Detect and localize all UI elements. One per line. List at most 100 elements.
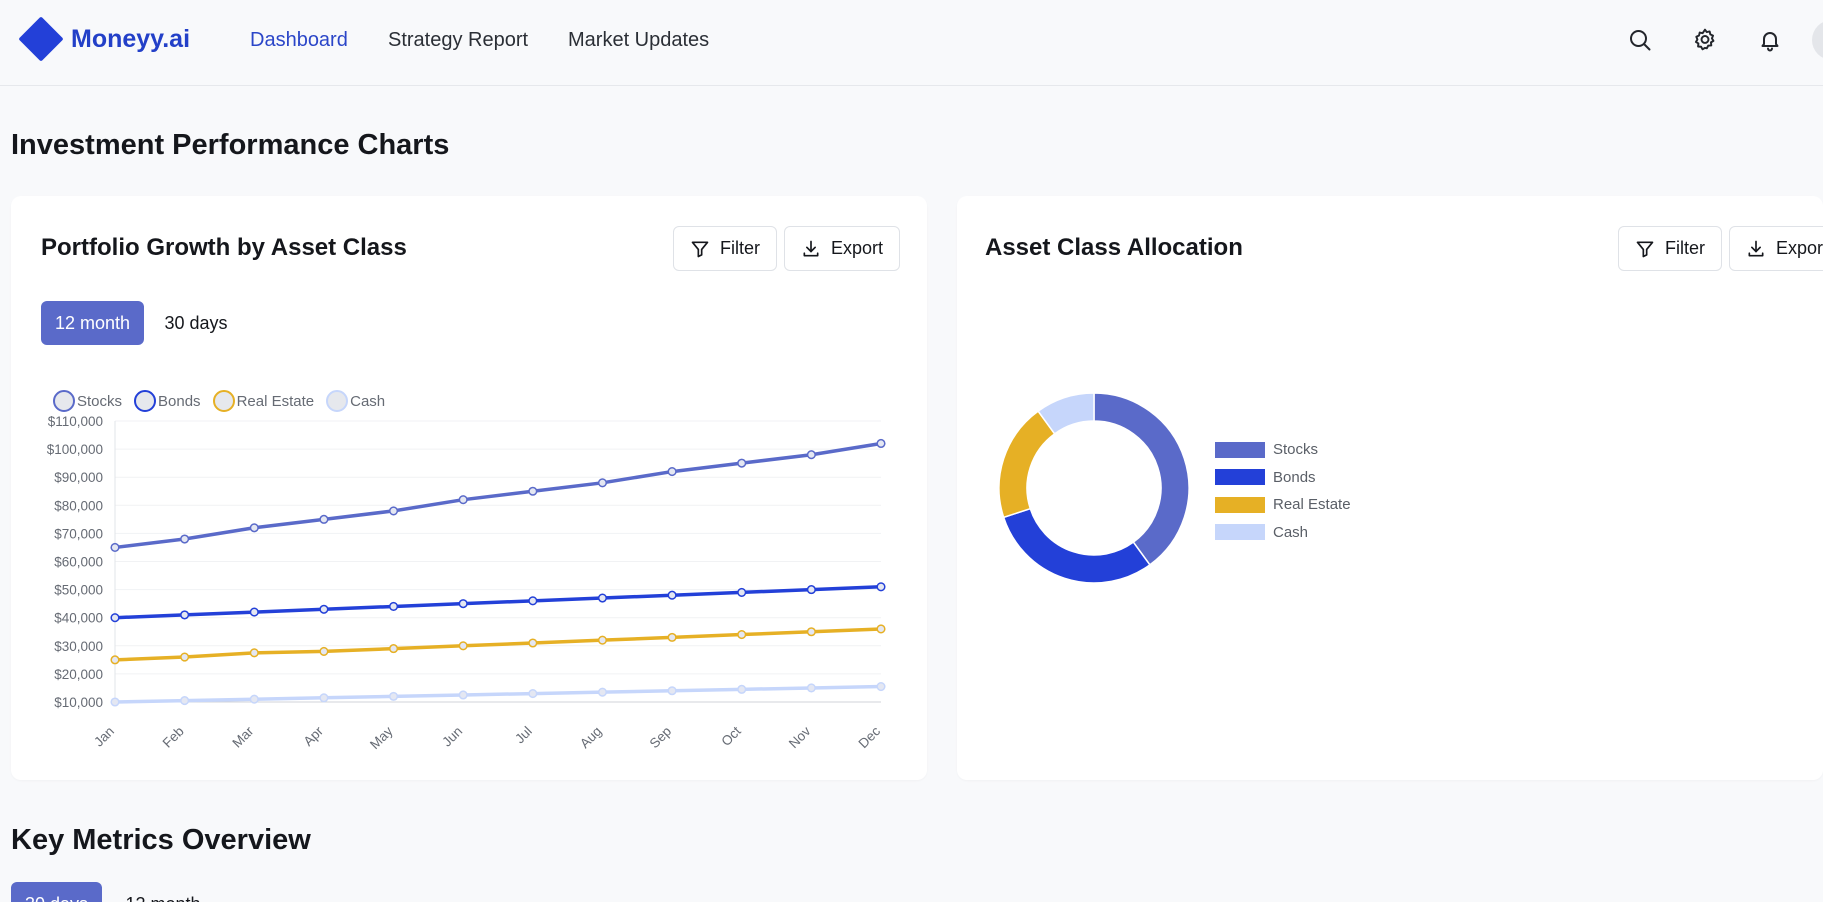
pie-swatch-stocks bbox=[1215, 441, 1265, 458]
data-point bbox=[458, 599, 468, 609]
x-tick-label: Sep bbox=[647, 724, 675, 752]
allocation-export-label: Export bbox=[1776, 238, 1823, 258]
data-point bbox=[737, 684, 747, 694]
data-point bbox=[806, 683, 816, 693]
gear-icon[interactable] bbox=[1689, 24, 1721, 56]
metrics-tab-30-days[interactable]: 30 days bbox=[11, 882, 102, 902]
data-point bbox=[319, 646, 329, 656]
nav-dashboard[interactable]: Dashboard bbox=[250, 29, 348, 52]
data-point bbox=[528, 638, 538, 648]
pie-legend-label-real-estate: Real Estate bbox=[1273, 496, 1351, 514]
y-tick-label: $40,000 bbox=[54, 611, 103, 626]
data-point bbox=[528, 596, 538, 606]
allocation-filter-button[interactable]: Filter bbox=[1618, 226, 1722, 271]
data-point bbox=[180, 652, 190, 662]
data-point bbox=[806, 585, 816, 595]
nav-strategy-report[interactable]: Strategy Report bbox=[388, 29, 528, 52]
pie-swatch-real-estate bbox=[1215, 496, 1265, 513]
data-point bbox=[110, 655, 120, 665]
user-avatar[interactable] bbox=[1812, 20, 1823, 60]
nav-market-updates[interactable]: Market Updates bbox=[568, 29, 709, 52]
data-point bbox=[249, 694, 259, 704]
x-tick-label: May bbox=[367, 723, 396, 752]
search-icon[interactable] bbox=[1624, 24, 1656, 56]
data-point bbox=[388, 506, 399, 516]
data-point bbox=[249, 523, 259, 533]
data-point bbox=[737, 458, 747, 468]
data-point bbox=[876, 624, 886, 634]
x-tick-label: Dec bbox=[856, 723, 884, 751]
filter-icon bbox=[1636, 241, 1654, 257]
data-point bbox=[737, 587, 747, 597]
pie-legend-real-estate[interactable]: Real Estate bbox=[1215, 491, 1351, 519]
allocation-filter-label: Filter bbox=[1665, 238, 1705, 258]
data-point bbox=[528, 486, 538, 496]
pie-legend-cash[interactable]: Cash bbox=[1215, 519, 1351, 547]
x-tick-label: Aug bbox=[577, 724, 605, 752]
doughnut-legend: Stocks Bonds Real Estate Cash bbox=[1215, 436, 1351, 546]
data-point bbox=[667, 590, 677, 600]
data-point bbox=[249, 648, 259, 658]
y-tick-label: $60,000 bbox=[54, 555, 103, 570]
data-point bbox=[876, 681, 886, 692]
pie-legend-label-stocks: Stocks bbox=[1273, 441, 1319, 459]
y-tick-label: $110,000 bbox=[48, 414, 103, 429]
metrics-tab-12-month[interactable]: 12 month bbox=[113, 882, 213, 902]
y-tick-label: $20,000 bbox=[54, 667, 103, 682]
data-point bbox=[180, 610, 190, 620]
pie-swatch-cash bbox=[1215, 524, 1265, 541]
pie-legend-label-bonds: Bonds bbox=[1273, 468, 1316, 486]
data-point bbox=[806, 450, 816, 460]
data-point bbox=[110, 542, 120, 553]
data-point bbox=[737, 630, 747, 640]
data-point bbox=[319, 514, 329, 524]
series-line-stocks bbox=[113, 441, 883, 550]
data-point bbox=[528, 689, 538, 699]
series-line-cash bbox=[113, 684, 883, 704]
top-navigation-bar: Moneyy.ai Dashboard Strategy Report Mark… bbox=[0, 0, 1823, 86]
data-point bbox=[667, 632, 677, 642]
data-point bbox=[597, 687, 608, 697]
data-point bbox=[110, 697, 120, 707]
data-point bbox=[458, 495, 468, 505]
allocation-export-button[interactable]: Export bbox=[1729, 226, 1823, 271]
doughnut-slice-stocks bbox=[1093, 392, 1190, 566]
data-point bbox=[458, 641, 468, 651]
pie-swatch-bonds bbox=[1215, 469, 1265, 486]
y-tick-label: $50,000 bbox=[54, 583, 103, 598]
data-point bbox=[249, 607, 259, 617]
asset-allocation-card: Asset Class Allocation Filter Export Sto… bbox=[957, 196, 1823, 780]
y-tick-label: $70,000 bbox=[54, 526, 103, 541]
pie-legend-stocks[interactable]: Stocks bbox=[1215, 436, 1351, 464]
download-icon bbox=[1748, 240, 1764, 256]
y-tick-label: $10,000 bbox=[54, 695, 103, 710]
x-tick-label: Jan bbox=[91, 724, 117, 750]
pie-legend-label-cash: Cash bbox=[1273, 523, 1309, 541]
bell-icon[interactable] bbox=[1754, 24, 1786, 56]
data-point bbox=[876, 438, 886, 449]
page-title: Investment Performance Charts bbox=[11, 129, 450, 161]
doughnut-slice-real-estate bbox=[998, 410, 1056, 519]
brand-name[interactable]: Moneyy.ai bbox=[71, 25, 190, 54]
pie-legend-bonds[interactable]: Bonds bbox=[1215, 464, 1351, 492]
asset-allocation-doughnut-chart bbox=[998, 392, 1190, 584]
y-tick-label: $80,000 bbox=[54, 498, 103, 513]
x-tick-label: Jun bbox=[439, 724, 465, 750]
data-point bbox=[458, 690, 468, 700]
data-point bbox=[180, 534, 190, 544]
y-tick-label: $100,000 bbox=[47, 442, 103, 457]
x-tick-label: Nov bbox=[786, 723, 814, 751]
data-point bbox=[180, 696, 190, 706]
data-point bbox=[597, 635, 608, 645]
y-tick-label: $30,000 bbox=[54, 639, 103, 654]
y-tick-label: $90,000 bbox=[54, 470, 103, 485]
doughnut-slice-bonds bbox=[1002, 507, 1151, 584]
data-point bbox=[876, 582, 886, 592]
x-tick-label: Feb bbox=[160, 724, 187, 751]
data-point bbox=[597, 593, 608, 603]
portfolio-growth-card: Portfolio Growth by Asset Class Filter E… bbox=[11, 196, 927, 780]
data-point bbox=[388, 691, 399, 701]
data-point bbox=[806, 627, 816, 637]
data-point bbox=[388, 601, 399, 612]
x-tick-label: Apr bbox=[301, 723, 327, 749]
